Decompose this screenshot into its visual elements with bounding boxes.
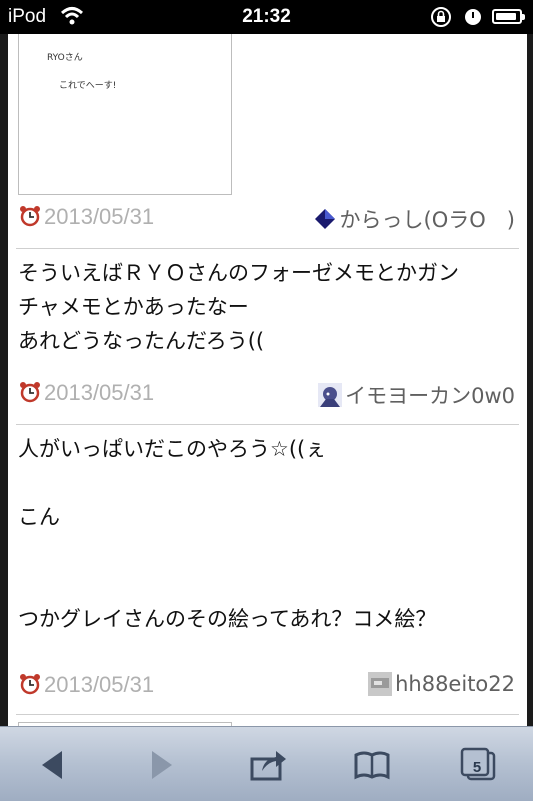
comment-line <box>18 568 517 602</box>
post-author-name: イモヨーカン0w0 <box>345 384 515 408</box>
back-button[interactable] <box>34 745 74 785</box>
comment-line: そういえばＲＹＯさんのフォーゼメモとかガン <box>18 261 459 285</box>
post-meta: 2013/05/31 hh88eito22 <box>8 670 527 700</box>
rotation-lock-icon <box>431 7 451 27</box>
diamond-icon <box>314 209 335 229</box>
comment-line <box>18 534 517 568</box>
alarm-clock-icon <box>20 382 40 403</box>
tabs-count-badge: 5 <box>472 759 482 776</box>
post-date: 2013/05/31 <box>44 204 155 229</box>
divider <box>16 424 519 425</box>
divider <box>16 714 519 715</box>
alarm-clock-icon <box>20 206 40 227</box>
post-meta: 2013/05/31 イモヨーカン0w0 <box>8 378 527 408</box>
status-time: 21:32 <box>242 6 291 27</box>
comment-line: こん <box>18 505 60 529</box>
drawing-image[interactable]: RYOさん これでへーす! <box>18 34 232 195</box>
post-author-name: hh88eito22 <box>395 672 515 696</box>
comment-body: 人がいっぱいだこのやろう☆((ぇ こん つかグレイさんのその絵ってあれ？コメ絵？ <box>18 432 517 636</box>
bookmarks-button[interactable] <box>352 745 392 785</box>
comment-line <box>18 466 517 500</box>
comment-line: つかグレイさんのその絵ってあれ？コメ絵？ <box>18 607 437 631</box>
battery-icon <box>492 9 525 24</box>
alarm-status-icon <box>465 9 481 25</box>
comment-line: チャメモとかあったなー <box>18 295 249 319</box>
photo-avatar-icon <box>368 672 393 696</box>
drawing-text-line-2: これでへーす! <box>59 80 116 91</box>
status-bar: iPod 21:32 <box>0 0 533 34</box>
post-author[interactable]: からっし(OラO ) <box>313 204 515 234</box>
post-meta: 2013/05/31 からっし(OラO ) <box>8 202 527 232</box>
divider <box>16 248 519 249</box>
drawing-text-line-1: RYOさん <box>47 52 83 63</box>
comment-line: あれどうなったんだろう(( <box>18 329 265 353</box>
comment-list[interactable]: RYOさん これでへーす! 2013/05/31 からっし(OラO ) そういえ… <box>8 34 527 726</box>
handwritten-drawing: RYOさん これでへーす! <box>47 52 116 91</box>
browser-toolbar <box>0 726 533 801</box>
post-author[interactable]: hh88eito22 <box>368 672 515 696</box>
post-date: 2013/05/31 <box>44 672 155 697</box>
post-date: 2013/05/31 <box>44 380 155 405</box>
post-author[interactable]: イモヨーカン0w0 <box>318 380 515 410</box>
comment-line: 人がいっぱいだこのやろう☆((ぇ <box>18 437 327 461</box>
alarm-clock-icon <box>20 674 40 695</box>
comment-body: そういえばＲＹＯさんのフォーゼメモとかガン チャメモとかあったなー あれどうなっ… <box>18 256 517 358</box>
forward-button[interactable] <box>140 745 180 785</box>
share-button[interactable] <box>248 745 288 785</box>
anime-avatar-icon <box>318 383 343 407</box>
post-author-name: からっし(OラO ) <box>339 208 515 232</box>
